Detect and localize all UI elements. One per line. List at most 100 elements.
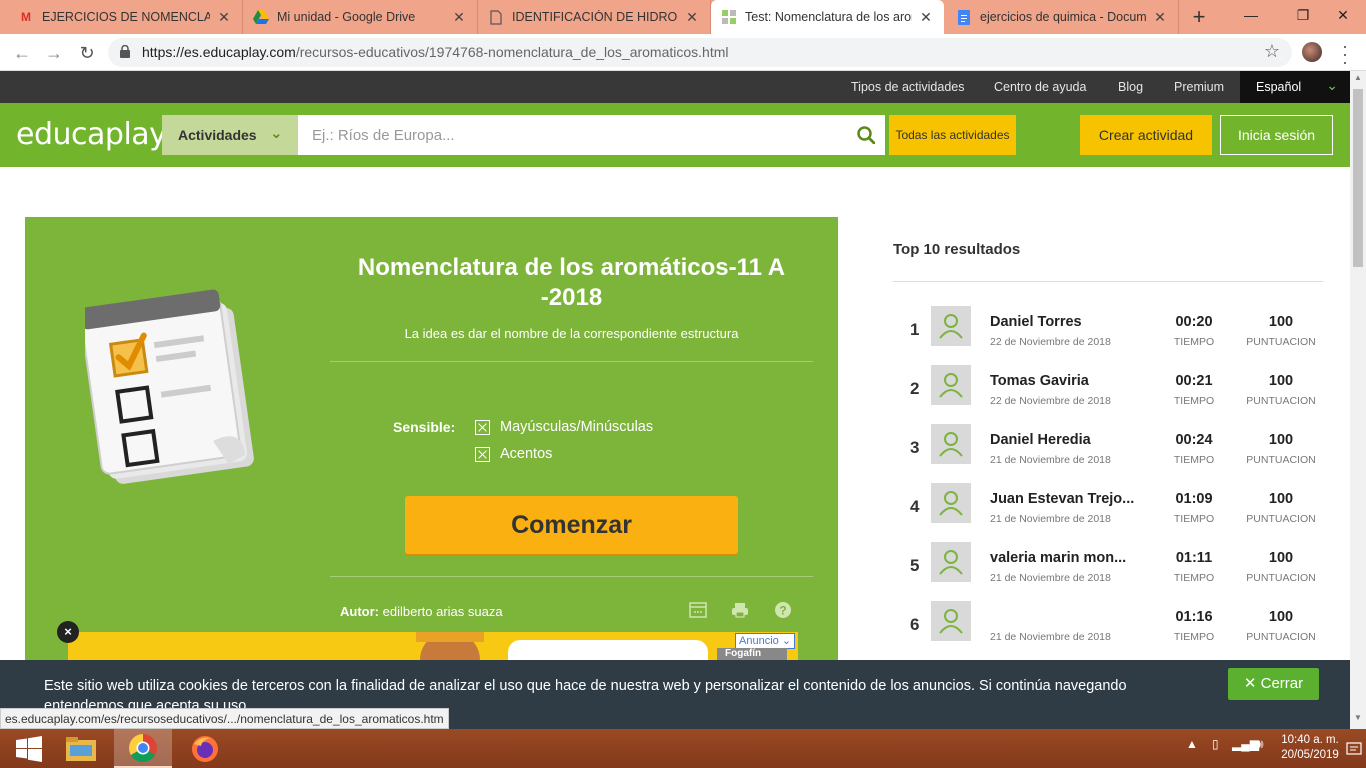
result-score: 100: [1268, 550, 1294, 566]
tab-title: IDENTIFICACIÓN DE HIDROCAR: [512, 10, 678, 24]
tab-close-icon[interactable]: ✕: [684, 9, 700, 26]
ad-close-button[interactable]: ×: [57, 621, 79, 643]
minimize-button[interactable]: —: [1228, 0, 1274, 34]
result-score: 100: [1268, 314, 1294, 330]
chrome-icon[interactable]: [114, 729, 172, 768]
help-icon[interactable]: ?: [774, 601, 792, 619]
sensitive-label: Sensible:: [393, 419, 456, 435]
ad-image: [508, 640, 708, 660]
new-tab-button[interactable]: +: [1186, 4, 1212, 30]
cookie-close-button[interactable]: ✕ Cerrar: [1228, 668, 1319, 700]
user-avatar-icon: [931, 365, 971, 405]
language-selector[interactable]: Español ⌄: [1240, 71, 1350, 103]
scrollbar-thumb[interactable]: [1353, 89, 1363, 267]
tab-educaplay-active[interactable]: Test: Nomenclatura de los arom ✕: [711, 0, 944, 34]
profile-avatar[interactable]: [1302, 42, 1322, 62]
tab-document[interactable]: IDENTIFICACIÓN DE HIDROCAR ✕: [478, 0, 711, 34]
tab-close-icon[interactable]: ✕: [1152, 9, 1168, 26]
result-date: 22 de Noviembre de 2018: [990, 395, 1111, 407]
browser-tab-strip: M EJERCICIOS DE NOMENCLATUR ✕ Mi unidad …: [0, 0, 1366, 34]
omnibox[interactable]: https://es.educaplay.com/recursos-educat…: [108, 38, 1292, 67]
tab-close-icon[interactable]: ✕: [216, 9, 232, 26]
tab-close-icon[interactable]: ✕: [918, 9, 934, 26]
language-label: Español: [1256, 80, 1302, 94]
url-text: https://es.educaplay.com/recursos-educat…: [142, 44, 729, 60]
advertisement-banner[interactable]: [68, 632, 798, 660]
ranking-row: 2 Tomas Gaviria 22 de Noviembre de 2018 …: [893, 360, 1323, 419]
clock-date: 20/05/2019: [1281, 749, 1339, 761]
lock-icon: [120, 45, 130, 58]
taskbar-clock[interactable]: 10:40 a. m. 20/05/2019: [1274, 733, 1346, 763]
score-label: PUNTUACION: [1246, 336, 1316, 348]
volume-icon[interactable]: 🔊︎: [1256, 737, 1264, 752]
file-explorer-icon[interactable]: [52, 729, 110, 768]
result-score: 100: [1268, 491, 1294, 507]
all-activities-button[interactable]: Todas las actividades: [889, 115, 1016, 155]
search-input[interactable]: [298, 115, 838, 155]
windows-start-icon[interactable]: [0, 729, 58, 768]
category-dropdown-label: Actividades: [178, 127, 257, 143]
tab-drive[interactable]: Mi unidad - Google Drive ✕: [243, 0, 478, 34]
educaplay-logo[interactable]: educaplay: [16, 117, 167, 152]
result-time: 00:20: [1175, 314, 1213, 330]
user-avatar-icon: [931, 306, 971, 346]
bookmark-star-icon[interactable]: ☆: [1264, 41, 1280, 62]
activity-subtitle: La idea es dar el nombre de la correspon…: [404, 326, 739, 341]
link-premium[interactable]: Premium: [1174, 80, 1224, 94]
checkbox-x-icon[interactable]: [475, 419, 490, 435]
forward-arrow-icon[interactable]: →: [42, 41, 66, 65]
author-label: Autor:: [340, 604, 379, 619]
link-blog[interactable]: Blog: [1118, 80, 1143, 94]
battery-icon[interactable]: ▯: [1212, 737, 1219, 751]
result-time: 00:24: [1175, 432, 1213, 448]
reload-icon[interactable]: ↻: [75, 41, 99, 65]
scroll-down-arrow-icon[interactable]: ▼: [1353, 713, 1363, 722]
ad-brand: Fogafín: [717, 648, 787, 660]
tab-close-icon[interactable]: ✕: [451, 9, 467, 26]
tab-gmail[interactable]: M EJERCICIOS DE NOMENCLATUR ✕: [8, 0, 243, 34]
rank-position: 1: [910, 320, 920, 339]
tray-chevron-up-icon[interactable]: ▲: [1186, 737, 1198, 751]
start-button[interactable]: Comenzar: [405, 496, 738, 554]
create-activity-button[interactable]: Crear actividad: [1080, 115, 1212, 155]
checkbox-x-icon[interactable]: [475, 446, 490, 462]
result-score: 100: [1268, 609, 1294, 625]
ranking-row: 5 valeria marin mon... 21 de Noviembre d…: [893, 537, 1323, 596]
player-name: Tomas Gaviria: [990, 373, 1089, 389]
user-avatar-icon: [931, 483, 971, 523]
search-icon[interactable]: [857, 126, 875, 144]
ad-label[interactable]: Anuncio ⌄: [735, 633, 795, 649]
time-label: TIEMPO: [1173, 513, 1215, 525]
notifications-icon[interactable]: [1342, 729, 1366, 768]
browser-menu-icon[interactable]: · · ·: [1338, 37, 1352, 71]
option-accents[interactable]: Acentos: [475, 446, 552, 462]
page-scrollbar[interactable]: ▲ ▼: [1350, 71, 1366, 729]
option-label: Mayúsculas/Minúsculas: [500, 419, 654, 435]
firefox-icon[interactable]: [176, 729, 234, 768]
player-name: Daniel Torres: [990, 314, 1082, 330]
result-time: 00:21: [1175, 373, 1213, 389]
option-case-sensitive[interactable]: Mayúsculas/Minúsculas: [475, 419, 653, 435]
tab-docs[interactable]: ejercicios de quimica - Docume ✕: [946, 0, 1179, 34]
activity-card: Nomenclatura de los aromáticos-11 A -201…: [25, 217, 838, 660]
author-line: Autor: edilberto arias suaza: [340, 604, 503, 619]
search-box: [298, 115, 885, 155]
scroll-up-arrow-icon[interactable]: ▲: [1353, 73, 1363, 82]
time-label: TIEMPO: [1173, 572, 1215, 584]
category-dropdown[interactable]: Actividades ⌄: [162, 115, 298, 155]
login-button[interactable]: Inicia sesión: [1220, 115, 1333, 155]
print-icon[interactable]: [731, 601, 749, 619]
embed-icon[interactable]: [689, 601, 707, 619]
back-arrow-icon[interactable]: ←: [10, 41, 34, 65]
link-help-center[interactable]: Centro de ayuda: [994, 80, 1086, 94]
user-avatar-icon: [931, 424, 971, 464]
author-name[interactable]: edilberto arias suaza: [383, 604, 503, 619]
activity-title: Nomenclatura de los aromáticos-11 A -201…: [357, 254, 786, 311]
tab-title: Test: Nomenclatura de los arom: [745, 10, 912, 24]
signal-icon[interactable]: ▂▄▆: [1232, 737, 1259, 751]
rank-position: 3: [910, 438, 920, 457]
svg-text:?: ?: [779, 604, 786, 618]
link-activity-types[interactable]: Tipos de actividades: [851, 80, 965, 94]
rank-position: 4: [910, 497, 920, 516]
close-window-button[interactable]: ✕: [1320, 0, 1366, 34]
